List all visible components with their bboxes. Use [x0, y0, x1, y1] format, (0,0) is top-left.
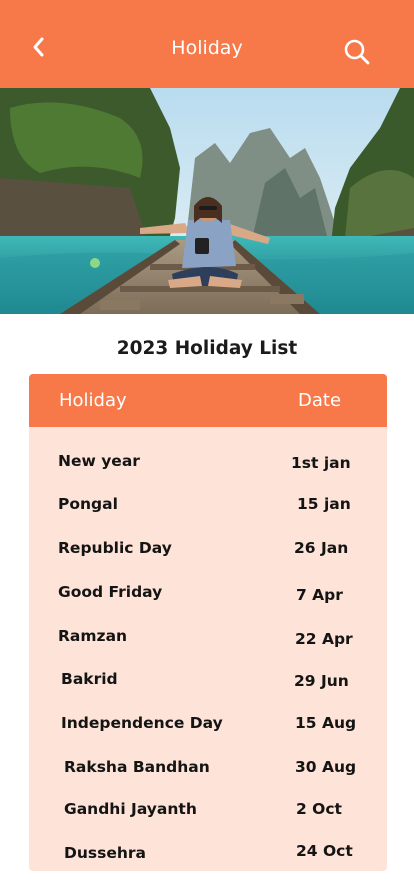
holiday-name: Pongal: [58, 495, 118, 513]
holiday-date: 7 Apr: [296, 586, 343, 604]
table-row: Pongal 15 jan: [29, 495, 387, 525]
holiday-name: Raksha Bandhan: [64, 758, 210, 776]
holiday-name: Gandhi Jayanth: [64, 800, 197, 818]
table-row: Republic Day 26 Jan: [29, 539, 387, 569]
table-row: Good Friday 7 Apr: [29, 583, 387, 613]
column-header-holiday: Holiday: [59, 390, 127, 411]
table-row: Ramzan 22 Apr: [29, 627, 387, 657]
table-header: Holiday Date: [29, 374, 387, 427]
app-bar: Holiday: [0, 0, 414, 88]
search-button[interactable]: [340, 35, 374, 69]
holiday-date: 30 Aug: [295, 758, 357, 776]
column-header-date: Date: [298, 390, 342, 411]
holiday-name: Bakrid: [61, 670, 118, 688]
holiday-date: 15 Aug: [295, 714, 357, 732]
holiday-date: 22 Apr: [295, 630, 353, 648]
lagoon-boat-photo: [0, 88, 414, 314]
holiday-table: Holiday Date New year 1st jan Pongal 15 …: [29, 374, 387, 871]
holiday-name: Independence Day: [61, 714, 223, 732]
holiday-date: 2 Oct: [296, 800, 342, 818]
table-row: Raksha Bandhan 30 Aug: [29, 758, 387, 788]
table-row: New year 1st jan: [29, 452, 387, 482]
holiday-name: Good Friday: [58, 583, 163, 601]
table-row: Gandhi Jayanth 2 Oct: [29, 800, 387, 830]
search-icon: [344, 39, 370, 65]
holiday-date: 24 Oct: [296, 842, 353, 860]
holiday-list-title: 2023 Holiday List: [116, 338, 298, 359]
holiday-date: 15 jan: [297, 495, 351, 513]
holiday-name: New year: [58, 452, 140, 470]
holiday-name: Dussehra: [64, 844, 147, 862]
holiday-name: Republic Day: [58, 539, 172, 557]
table-row: Dussehra 24 Oct: [29, 842, 387, 871]
table-row: Bakrid 29 Jun: [29, 670, 387, 700]
hero-photo: [0, 88, 414, 314]
holiday-name: Ramzan: [58, 627, 128, 645]
table-row: Independence Day 15 Aug: [29, 714, 387, 744]
holiday-date: 29 Jun: [294, 672, 349, 690]
holiday-date: 26 Jan: [294, 539, 349, 557]
holiday-date: 1st jan: [291, 454, 351, 472]
